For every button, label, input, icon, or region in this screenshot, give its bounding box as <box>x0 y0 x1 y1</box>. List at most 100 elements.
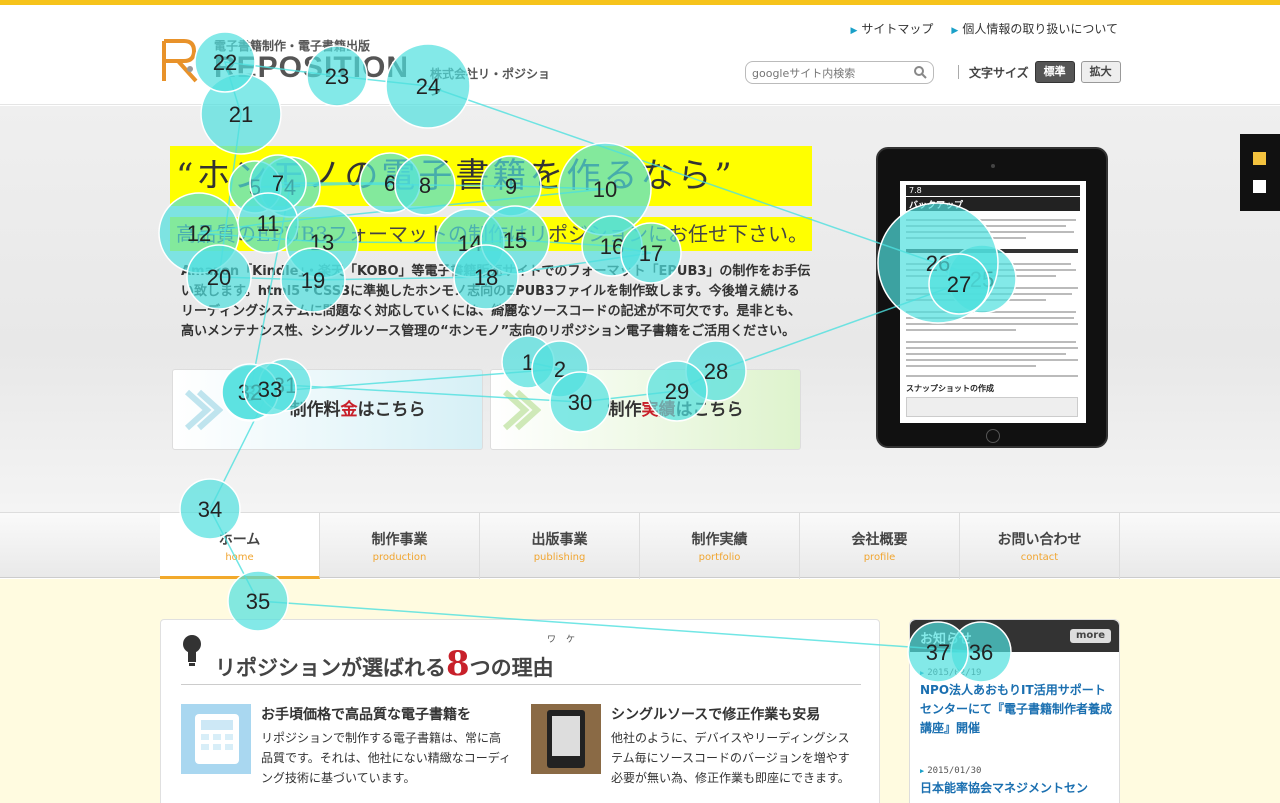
tablet-chapter-number: 7.8 <box>906 185 1080 196</box>
reasons-title-pre: リポジションが選ばれる <box>215 656 446 680</box>
hero-headline: “ホンモノの電子書籍を作るなら” <box>170 146 812 206</box>
tablet-camera <box>991 164 995 168</box>
slide-dot-active[interactable] <box>1253 152 1266 165</box>
nav-item-portfolio[interactable]: 制作実績 portfolio <box>640 513 800 579</box>
tablet-illustration: 7.8 バックアップ スナップショットの作成 <box>876 147 1108 448</box>
reason-item[interactable]: シングルソースで修正作業も安易 他社のように、デバイスやリーディングシステム毎に… <box>531 704 871 803</box>
nav-item-sublabel: publishing <box>533 552 586 563</box>
text-line <box>906 347 1078 349</box>
calculator-image <box>181 704 251 774</box>
triangle-right-icon: ▶ <box>850 26 858 36</box>
tablet-subheading: スナップショットの作成 <box>906 384 994 393</box>
news-item[interactable]: 2015/02/19 NPO法人あおもりIT活用サポートセンターにて『電子書籍制… <box>920 668 1115 738</box>
text-line <box>906 231 1074 233</box>
nav-item-label: 出版事業 <box>531 532 588 548</box>
nav-item-label: 制作実績 <box>691 532 748 548</box>
nav-item-profile[interactable]: 会社概要 profile <box>800 513 960 579</box>
reason-item[interactable]: お手頃価格で高品質な電子書籍を リポジションで制作する電子書籍は、常に高品質です… <box>181 704 521 803</box>
sitemap-link[interactable]: ▶ サイトマップ <box>850 20 933 37</box>
nav-item-contact[interactable]: お問い合わせ contact <box>960 513 1120 579</box>
news-link[interactable]: NPO法人あおもりIT活用サポートセンターにて『電子書籍制作者養成講座』開催 <box>920 681 1115 738</box>
search-input[interactable] <box>752 65 912 81</box>
divider <box>181 684 861 685</box>
reason-heading: シングルソースで修正作業も安易 <box>611 707 821 723</box>
lightbulb-icon <box>183 635 201 666</box>
sitemap-link-label: サイトマップ <box>861 22 934 36</box>
text-line <box>906 359 1078 361</box>
text-line <box>906 219 1076 221</box>
reasons-furigana: ワケ <box>547 635 586 645</box>
hero-subline: 高品質のEPUB3フォーマットの制作はリポジションにお任せ下さい。 <box>170 217 812 251</box>
text-line <box>906 225 1066 227</box>
text-line <box>906 237 1026 239</box>
reason-body: 他社のように、デバイスやリーディングシステム毎にソースコードのバージョンを増やす… <box>611 731 850 785</box>
nav-item-sublabel: contact <box>1020 552 1059 563</box>
nav-item-publishing[interactable]: 出版事業 publishing <box>480 513 640 579</box>
divider <box>958 65 959 79</box>
ereader-image <box>531 704 601 774</box>
top-links: ▶ サイトマップ ▶ 個人情報の取り扱いについて <box>850 20 1118 37</box>
search-icon[interactable] <box>913 65 927 79</box>
tablet-screen: 7.8 バックアップ スナップショットの作成 <box>900 181 1086 423</box>
news-header: お知らせ more <box>910 620 1119 652</box>
price-cta-button[interactable]: 制作料金はこちら <box>172 369 483 450</box>
news-item[interactable]: 2015/01/30 日本能率協会マネジメントセン <box>920 766 1115 798</box>
nav-item-home[interactable]: ホーム home <box>160 513 320 579</box>
site-header: 電子書籍制作・電子書籍出版 REPOSITION 株式会社リ・ポジション ▶ サイ… <box>0 5 1280 105</box>
news-date: 2015/01/30 <box>920 766 1115 776</box>
nav-item-label: 制作事業 <box>371 532 428 548</box>
privacy-link-label: 個人情報の取り扱いについて <box>962 22 1118 36</box>
price-cta-label-em: 金 <box>340 400 358 420</box>
site-logo[interactable]: 電子書籍制作・電子書籍出版 REPOSITION 株式会社リ・ポジション <box>160 37 560 98</box>
news-panel: お知らせ more 2015/02/19 NPO法人あおもりIT活用サポートセン… <box>909 619 1120 803</box>
chevron-right-icon <box>184 389 223 431</box>
privacy-link[interactable]: ▶ 個人情報の取り扱いについて <box>951 20 1118 37</box>
text-line <box>906 269 1076 271</box>
reasons-title-number: 8 <box>446 644 470 684</box>
nav-item-production[interactable]: 制作事業 production <box>320 513 480 579</box>
font-size-label: 文字サイズ <box>969 65 1029 80</box>
global-nav: ホーム home 制作事業 production 出版事業 publishing 制作… <box>0 512 1280 579</box>
triangle-right-icon: ▶ <box>951 26 959 36</box>
hero-lead-text: Amazon「Kindle」・楽天「KOBO」等電子書籍販売サイトでのフォーマッ… <box>181 264 811 339</box>
chevron-right-icon <box>502 389 541 431</box>
font-size-large-button[interactable]: 拡大 <box>1080 61 1121 83</box>
text-line <box>906 275 1056 277</box>
works-cta-label-pre: 制作 <box>607 400 642 420</box>
text-line <box>906 375 1078 377</box>
font-size-switcher: 文字サイズ 標準 拡大 <box>958 61 1121 83</box>
news-title: お知らせ <box>920 632 972 647</box>
font-size-standard-button[interactable]: 標準 <box>1034 61 1075 83</box>
logo-company-name: 株式会社リ・ポジション <box>430 67 551 98</box>
logo-mark-icon <box>162 39 198 83</box>
text-line <box>906 249 1078 253</box>
reasons-title-post: つの理由 <box>469 656 554 680</box>
text-line <box>906 311 1076 313</box>
works-cta-label-em: 実績 <box>641 400 676 420</box>
text-line <box>906 293 1072 295</box>
nav-item-sublabel: home <box>225 552 254 563</box>
works-cta-label-post: はこちら <box>675 400 744 420</box>
reasons-panel: リポジションが選ばれる8つの理由 ワケ お手頃価格で高品質な電子書籍を リポジシ… <box>160 619 880 803</box>
site-search <box>745 61 934 84</box>
price-cta-label-pre: 制作料 <box>289 400 341 420</box>
nav-item-label: 会社概要 <box>851 532 908 548</box>
price-cta-label-post: はこちら <box>357 400 426 420</box>
logo-wordmark: REPOSITION <box>214 51 410 84</box>
news-link[interactable]: 日本能率協会マネジメントセン <box>920 779 1115 798</box>
tablet-chapter-title: バックアップ <box>906 197 1080 211</box>
news-date: 2015/02/19 <box>920 668 1115 678</box>
nav-item-sublabel: profile <box>863 552 896 563</box>
news-more-button[interactable]: more <box>1069 629 1111 643</box>
reason-body: リポジションで制作する電子書籍は、常に高品質です。それは、他社にない精緻なコーデ… <box>261 731 511 785</box>
tablet-home-button <box>986 429 1000 443</box>
nav-item-label: ホーム <box>218 532 261 548</box>
text-line <box>906 353 1066 355</box>
slide-dot[interactable] <box>1253 180 1266 193</box>
text-line <box>906 299 1046 301</box>
text-line <box>906 287 1078 289</box>
works-cta-button[interactable]: 制作実績はこちら <box>490 369 801 450</box>
tablet-figure <box>906 397 1078 417</box>
text-line <box>906 323 1078 325</box>
text-line <box>906 365 1036 367</box>
